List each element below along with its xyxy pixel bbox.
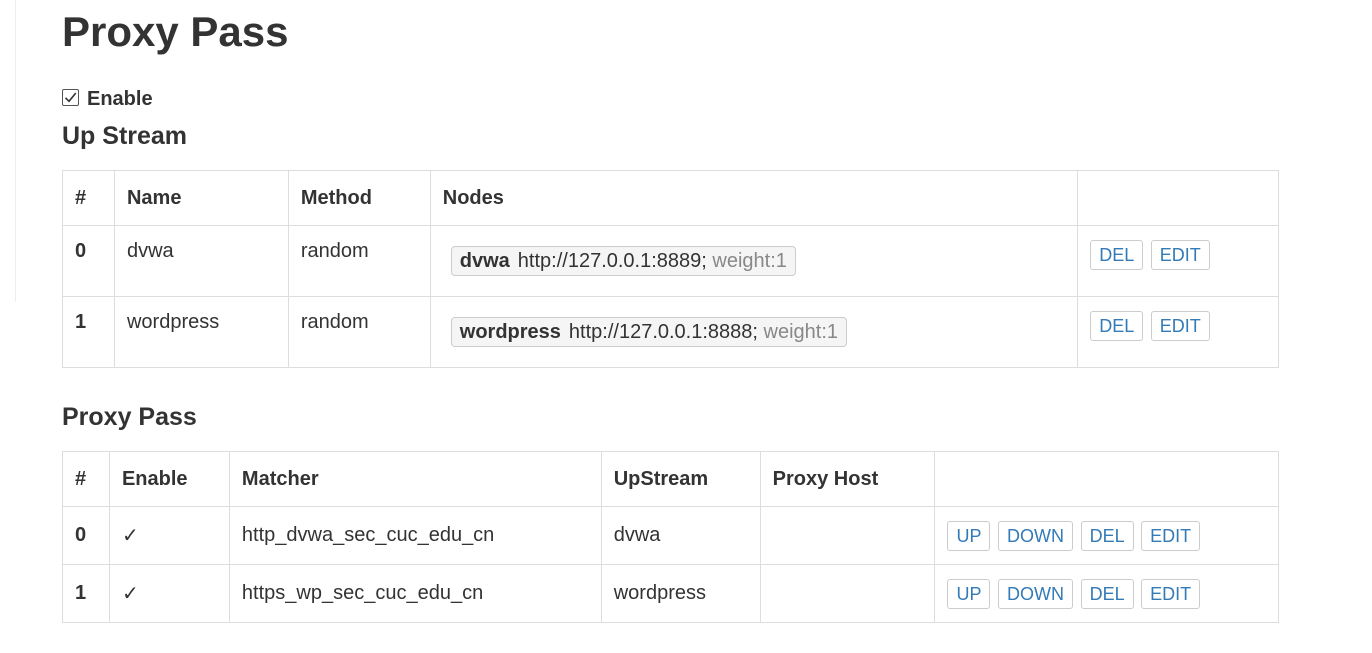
del-button[interactable]: DEL (1080, 578, 1134, 609)
col-upstream: UpStream (600, 451, 761, 507)
upstream-method: random (287, 225, 431, 297)
proxy-pass-heading: Proxy Pass (62, 403, 197, 431)
col-enable: Enable (108, 451, 230, 507)
col-actions (1077, 170, 1279, 226)
nodes-cell: wordpress http://127.0.0.1:8888; weight:1 (429, 296, 1079, 368)
node-weight: weight:1 (712, 250, 787, 272)
down-button[interactable]: DOWN (998, 578, 1074, 609)
actions-cell: DEL EDIT (1077, 296, 1279, 368)
matcher-value: https_wp_sec_cuc_edu_cn (228, 564, 602, 623)
proxy-host-value (759, 506, 936, 565)
row-index: 1 (62, 564, 110, 623)
up-button[interactable]: UP (947, 578, 991, 609)
up-button[interactable]: UP (947, 520, 991, 551)
edit-button[interactable]: EDIT (1141, 520, 1201, 551)
col-index: # (62, 170, 115, 226)
enable-checkbox[interactable] (62, 89, 79, 106)
proxy-header-row: # Enable Matcher UpStream Proxy Host (62, 451, 1279, 507)
enable-label: Enable (87, 88, 153, 110)
col-method: Method (287, 170, 431, 226)
enabled-check-icon: ✓ (108, 506, 230, 565)
upstream-table: # Name Method Nodes 0 dvwa random dvwa ht… (62, 170, 1279, 368)
upstream-heading: Up Stream (62, 122, 188, 150)
col-matcher: Matcher (228, 451, 602, 507)
actions-cell: UP DOWN DEL EDIT (934, 564, 1279, 623)
left-divider (15, 0, 16, 302)
actions-cell: DEL EDIT (1077, 225, 1279, 297)
down-button[interactable]: DOWN (998, 520, 1074, 551)
upstream-value: wordpress (600, 564, 761, 623)
del-button[interactable]: DEL (1090, 240, 1144, 270)
node-chip: wordpress http://127.0.0.1:8888; weight:1 (450, 317, 848, 347)
proxy-pass-table: # Enable Matcher UpStream Proxy Host 0 ✓… (62, 451, 1279, 623)
col-index: # (62, 451, 110, 507)
enabled-check-icon: ✓ (108, 564, 230, 623)
del-button[interactable]: DEL (1080, 520, 1134, 551)
nodes-cell: dvwa http://127.0.0.1:8889; weight:1 (429, 225, 1079, 297)
col-proxy-host: Proxy Host (759, 451, 936, 507)
node-chip: dvwa http://127.0.0.1:8889; weight:1 (450, 246, 796, 276)
col-name: Name (113, 170, 289, 226)
col-actions (934, 451, 1279, 507)
table-row: 0 ✓ http_dvwa_sec_cuc_edu_cn dvwa UP DOW… (62, 506, 1279, 565)
table-row: 1 wordpress random wordpress http://127.0… (62, 296, 1279, 368)
matcher-value: http_dvwa_sec_cuc_edu_cn (228, 506, 602, 565)
proxy-host-value (759, 564, 936, 623)
node-url: http://127.0.0.1:8889; (517, 250, 707, 272)
table-row: 1 ✓ https_wp_sec_cuc_edu_cn wordpress UP… (62, 564, 1279, 623)
node-weight: weight:1 (763, 321, 839, 343)
enable-row: Enable (62, 84, 153, 111)
upstream-value: dvwa (600, 506, 761, 565)
page-title: Proxy Pass (62, 8, 289, 55)
col-nodes: Nodes (429, 170, 1079, 226)
row-index: 0 (62, 506, 110, 565)
row-index: 0 (62, 225, 115, 297)
upstream-method: random (287, 296, 431, 368)
table-row: 0 dvwa random dvwa http://127.0.0.1:8889;… (62, 225, 1279, 297)
edit-button[interactable]: EDIT (1141, 578, 1201, 609)
upstream-name: dvwa (113, 225, 289, 297)
edit-button[interactable]: EDIT (1150, 311, 1210, 341)
row-index: 1 (62, 296, 115, 368)
upstream-name: wordpress (113, 296, 289, 368)
del-button[interactable]: DEL (1090, 311, 1144, 341)
node-name: wordpress (459, 321, 561, 343)
edit-button[interactable]: EDIT (1150, 240, 1210, 270)
node-url: http://127.0.0.1:8888; (568, 321, 758, 343)
actions-cell: UP DOWN DEL EDIT (934, 506, 1279, 565)
upstream-header-row: # Name Method Nodes (62, 170, 1279, 226)
checkmark-icon (64, 92, 77, 103)
node-name: dvwa (459, 250, 510, 272)
